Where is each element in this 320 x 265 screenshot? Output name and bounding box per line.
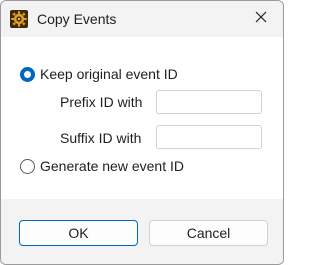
prefix-input[interactable] — [156, 90, 262, 114]
close-icon — [255, 10, 267, 28]
generate-new-radio[interactable]: Generate new event ID — [20, 158, 184, 174]
prefix-label: Prefix ID with — [60, 94, 143, 110]
gear-sun-icon — [10, 10, 28, 28]
dialog-title: Copy Events — [37, 11, 117, 27]
cancel-button[interactable]: Cancel — [149, 220, 268, 246]
title-bar: Copy Events — [1, 1, 283, 37]
button-bar: OK Cancel — [1, 199, 283, 264]
keep-original-label: Keep original event ID — [40, 66, 178, 82]
ok-button-label: OK — [68, 225, 89, 241]
close-button[interactable] — [247, 7, 275, 31]
suffix-input[interactable] — [156, 125, 262, 149]
cancel-button-label: Cancel — [186, 225, 231, 241]
radio-checked-icon — [20, 66, 35, 82]
keep-original-radio[interactable]: Keep original event ID — [20, 66, 178, 82]
copy-events-dialog: Copy Events Keep original event ID Prefi… — [0, 0, 284, 265]
ok-button[interactable]: OK — [19, 220, 138, 246]
options-panel: Keep original event ID Prefix ID with Su… — [1, 37, 283, 199]
radio-unchecked-icon — [20, 158, 35, 174]
generate-new-label: Generate new event ID — [40, 158, 184, 174]
suffix-label: Suffix ID with — [60, 130, 142, 146]
